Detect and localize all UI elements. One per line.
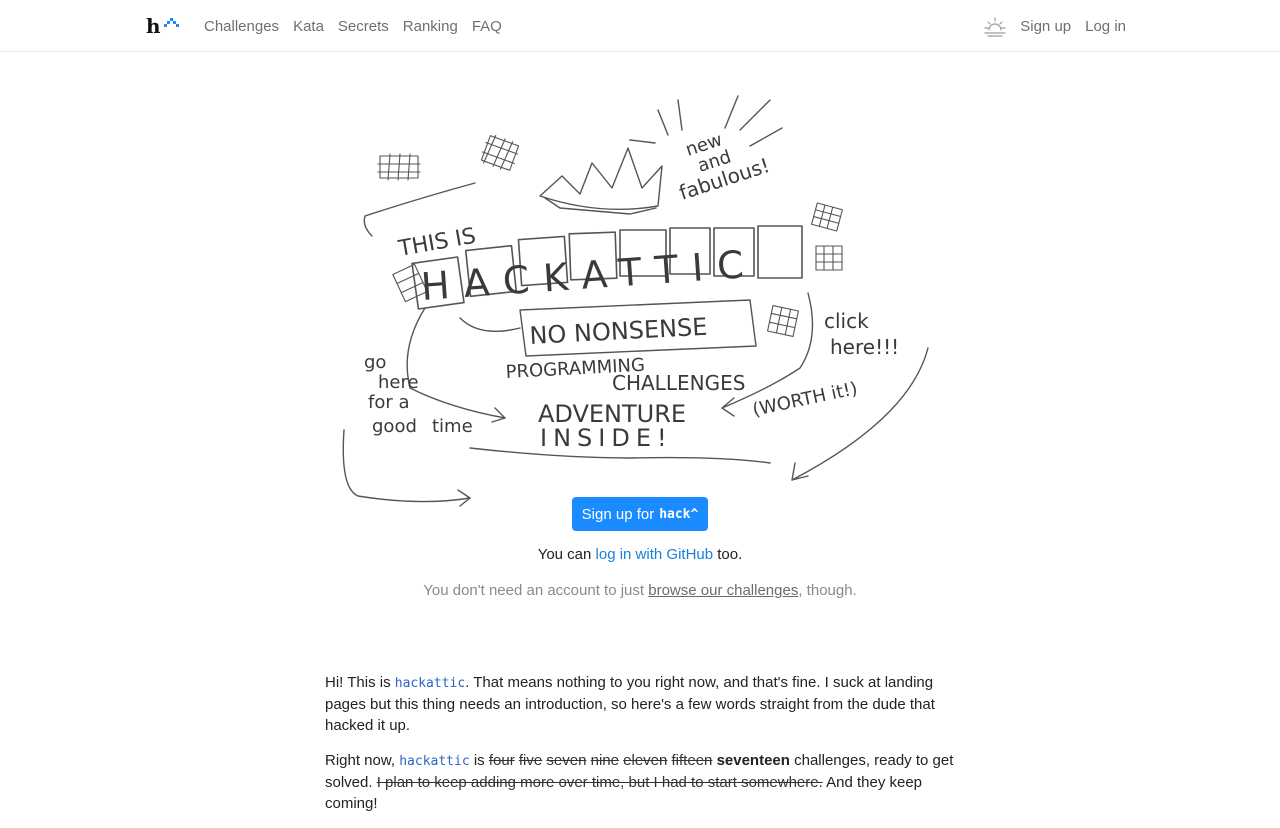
struck-sentence: I plan to keep adding more over time, bu… (376, 774, 823, 791)
sketch-worth-it: (WORTH it!) (751, 378, 860, 421)
struck-count: seven (546, 752, 587, 769)
sketch-subtitle: NO NONSENSE (529, 313, 708, 350)
sketch-line5: INSIDE! (540, 424, 673, 452)
browse-prefix: You don't need an account to just (423, 582, 645, 599)
signup-button-label: Sign up for (581, 505, 655, 523)
nav-auth: Sign up Log in (984, 0, 1126, 52)
browse-suffix: , though. (798, 582, 857, 599)
intro-section: Hi! This is hackattic. That means nothin… (325, 672, 965, 828)
sketch-this-is: THIS IS (396, 224, 478, 262)
sketch-good: good (372, 416, 417, 437)
nav-link-kata[interactable]: Kata (293, 18, 324, 35)
github-login-line: You can log in with GitHub too. (0, 546, 1280, 563)
signup-link[interactable]: Sign up (1020, 18, 1071, 35)
signup-button-brand: hack^ (659, 506, 699, 522)
intro-text: Hi! This is (325, 674, 391, 691)
intro-text: is (473, 752, 485, 769)
nav-link-secrets[interactable]: Secrets (338, 18, 389, 35)
intro-paragraph-2: Right now, hackattic is four five seven … (325, 750, 965, 814)
nav-link-challenges[interactable]: Challenges (204, 18, 279, 35)
github-login-link[interactable]: log in with GitHub (596, 546, 714, 563)
nav-link-faq[interactable]: FAQ (472, 18, 502, 35)
hackattic-code: hackattic (394, 676, 466, 691)
top-navbar: h Challenges Kata Secrets Ranking FAQ Si… (0, 0, 1280, 52)
sun-icon[interactable] (984, 15, 1006, 37)
hackattic-logo[interactable]: h (146, 16, 182, 36)
hackattic-code: hackattic (399, 754, 470, 769)
github-prefix: You can (537, 546, 592, 563)
sketch-time: time (432, 416, 473, 437)
struck-count: fifteen (671, 752, 713, 769)
intro-paragraph-1: Hi! This is hackattic. That means nothin… (325, 672, 965, 736)
hero-sketch-image[interactable]: THIS IS HACKATTIC NO NONSENSE PROGRAMMIN… (330, 88, 950, 508)
struck-count: nine (590, 752, 619, 769)
svg-text:h: h (146, 16, 161, 36)
signup-for-hack-button[interactable]: Sign up for hack^ (572, 497, 708, 531)
sketch-line3: CHALLENGES (612, 371, 745, 395)
browse-challenges-line: You don't need an account to just browse… (0, 582, 1280, 599)
struck-count: four (488, 752, 515, 769)
nav-links: Challenges Kata Secrets Ranking FAQ (204, 0, 502, 52)
current-count: seventeen (716, 752, 790, 769)
sketch-go: go (364, 352, 386, 373)
sketch-click: click (824, 309, 869, 333)
nav-link-ranking[interactable]: Ranking (403, 18, 458, 35)
sketch-title: HACKATTIC (420, 242, 759, 309)
github-suffix: too. (717, 546, 743, 563)
login-link[interactable]: Log in (1085, 18, 1126, 35)
struck-count: eleven (623, 752, 668, 769)
browse-challenges-link[interactable]: browse our challenges (648, 582, 798, 599)
sketch-here: here!!! (830, 335, 899, 359)
intro-text: Right now, (325, 752, 396, 769)
sketch-go-here: here (378, 372, 419, 393)
sketch-for-a: for a (368, 392, 410, 413)
struck-count: five (518, 752, 543, 769)
